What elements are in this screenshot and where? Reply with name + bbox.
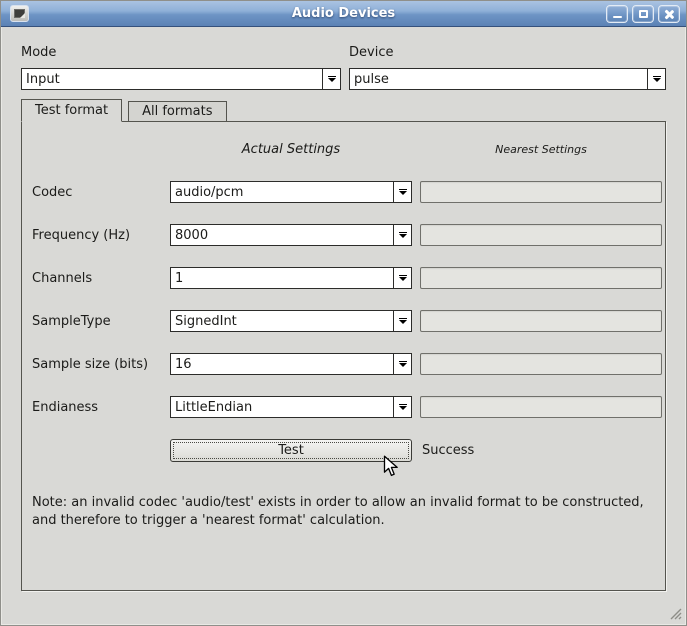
- tab-test-format[interactable]: Test format: [21, 99, 122, 122]
- nearest-sample-type-field: [420, 310, 662, 332]
- device-field-group: Device pulse: [349, 45, 666, 90]
- nearest-settings-header: Nearest Settings: [420, 143, 662, 156]
- channels-select[interactable]: 1: [170, 267, 412, 289]
- endianess-select[interactable]: LittleEndian: [170, 396, 412, 418]
- window-menu-button[interactable]: [10, 5, 29, 22]
- mode-label: Mode: [21, 45, 341, 61]
- sample-size-select[interactable]: 16: [170, 353, 412, 375]
- window-title: Audio Devices: [292, 6, 395, 21]
- sample-type-select[interactable]: SignedInt: [170, 310, 412, 332]
- channels-row: Channels 1: [22, 267, 665, 289]
- note-line-2: and therefore to trigger a 'nearest form…: [32, 512, 665, 530]
- chevron-down-icon: [393, 397, 411, 417]
- nearest-sample-size-field: [420, 353, 662, 375]
- nearest-codec-field: [420, 181, 662, 203]
- chevron-down-icon: [393, 311, 411, 331]
- chevron-down-icon: [393, 354, 411, 374]
- minimize-icon: [613, 16, 622, 19]
- codec-select[interactable]: audio/pcm: [170, 181, 412, 203]
- chevron-down-icon: [393, 182, 411, 202]
- chevron-down-icon: [393, 225, 411, 245]
- tab-all-formats[interactable]: All formats: [128, 101, 226, 121]
- sample-type-label: SampleType: [32, 311, 162, 332]
- resize-grip[interactable]: [668, 606, 682, 620]
- close-icon: [664, 9, 675, 20]
- channels-label: Channels: [32, 268, 162, 289]
- test-status-text: Success: [420, 443, 662, 458]
- sample-size-row: Sample size (bits) 16: [22, 353, 665, 375]
- frequency-select[interactable]: 8000: [170, 224, 412, 246]
- chevron-down-icon: [647, 69, 665, 89]
- mode-select[interactable]: Input: [21, 68, 341, 90]
- test-format-panel: Actual Settings Nearest Settings Codec a…: [21, 121, 666, 591]
- column-headers: Actual Settings Nearest Settings: [22, 140, 665, 158]
- maximize-button[interactable]: [632, 5, 654, 23]
- chevron-down-icon: [393, 268, 411, 288]
- nearest-endianess-field: [420, 396, 662, 418]
- frequency-label: Frequency (Hz): [32, 225, 162, 246]
- minimize-button[interactable]: [606, 5, 628, 23]
- tab-bar: Test format All formats: [21, 99, 666, 121]
- sample-size-select-value: 16: [175, 357, 192, 372]
- codec-select-value: audio/pcm: [175, 185, 243, 200]
- dialog-content: Mode Input Device pulse Test format All …: [1, 27, 686, 625]
- device-select-value: pulse: [354, 72, 389, 87]
- mode-device-form: Mode Input Device pulse: [21, 45, 666, 90]
- actual-settings-header: Actual Settings: [170, 142, 412, 157]
- audio-devices-window: Audio Devices Mode Input: [0, 0, 687, 626]
- titlebar: Audio Devices: [1, 1, 686, 27]
- nearest-channels-field: [420, 267, 662, 289]
- frequency-select-value: 8000: [175, 228, 208, 243]
- codec-label: Codec: [32, 182, 162, 203]
- sample-type-row: SampleType SignedInt: [22, 310, 665, 332]
- window-controls: [606, 5, 680, 23]
- frequency-row: Frequency (Hz) 8000: [22, 224, 665, 246]
- note-line-1: Note: an invalid codec 'audio/test' exis…: [32, 494, 665, 512]
- channels-select-value: 1: [175, 271, 183, 286]
- codec-row: Codec audio/pcm: [22, 181, 665, 203]
- test-row: Test Success: [22, 439, 665, 462]
- close-button[interactable]: [658, 5, 680, 23]
- endianess-row: Endianess LittleEndian: [22, 396, 665, 418]
- mode-select-value: Input: [26, 72, 60, 87]
- endianess-label: Endianess: [32, 397, 162, 418]
- mode-field-group: Mode Input: [21, 45, 341, 90]
- window-menu-icon: [14, 9, 25, 18]
- sample-size-label: Sample size (bits): [32, 354, 162, 375]
- device-label: Device: [349, 45, 666, 61]
- device-select[interactable]: pulse: [349, 68, 666, 90]
- note-text: Note: an invalid codec 'audio/test' exis…: [32, 494, 665, 530]
- endianess-select-value: LittleEndian: [175, 400, 252, 415]
- chevron-down-icon: [322, 69, 340, 89]
- nearest-frequency-field: [420, 224, 662, 246]
- maximize-icon: [639, 10, 648, 18]
- sample-type-select-value: SignedInt: [175, 314, 237, 329]
- test-button[interactable]: Test: [170, 439, 412, 462]
